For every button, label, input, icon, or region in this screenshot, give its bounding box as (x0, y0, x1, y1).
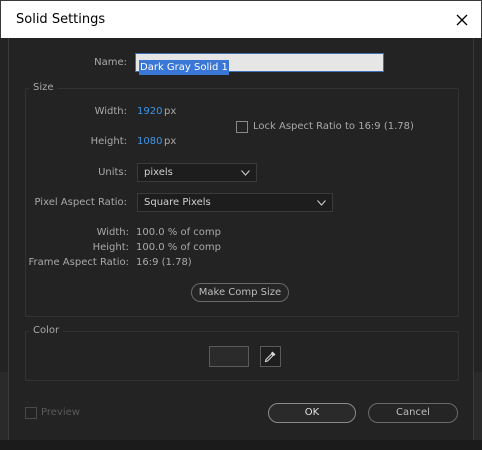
height-label: Height: (90, 136, 127, 147)
pixel-aspect-dropdown-value: Square Pixels (144, 197, 211, 208)
units-label: Units: (98, 167, 127, 178)
preview-label: Preview (41, 407, 80, 418)
frame-aspect-label: Frame Aspect Ratio: (28, 257, 129, 268)
color-group-title: Color (29, 325, 64, 336)
ok-button[interactable]: OK (268, 403, 356, 423)
height-unit: px (164, 136, 177, 147)
color-swatch[interactable] (209, 346, 249, 367)
name-input-value: Dark Gray Solid 1 (139, 60, 229, 75)
size-group-title: Size (29, 82, 58, 93)
preview-checkbox[interactable] (25, 407, 37, 419)
make-comp-size-button[interactable]: Make Comp Size (191, 283, 289, 302)
chevron-down-icon (317, 200, 326, 206)
background-strip-right (474, 372, 482, 450)
height-value[interactable]: 1080 (137, 136, 162, 147)
info-height-value: 100.0 % of comp (136, 242, 222, 253)
title-bar: Solid Settings (0, 0, 482, 38)
chevron-down-icon (241, 170, 250, 176)
pixel-aspect-label: Pixel Aspect Ratio: (34, 197, 128, 208)
solid-settings-window: Solid Settings Name: Dark Gray Solid 1 S… (0, 0, 482, 450)
lock-aspect-label: Lock Aspect Ratio to 16:9 (1.78) (253, 121, 414, 132)
bottom-strip (0, 440, 482, 450)
lock-aspect-checkbox[interactable] (236, 121, 248, 133)
width-unit: px (164, 106, 177, 117)
name-input[interactable]: Dark Gray Solid 1 (135, 53, 384, 75)
cancel-button[interactable]: Cancel (368, 403, 458, 423)
units-dropdown[interactable]: pixels (137, 163, 257, 182)
dialog-body: Name: Dark Gray Solid 1 Size Width: 1920… (8, 38, 474, 440)
units-dropdown-value: pixels (144, 167, 173, 178)
close-icon (456, 14, 468, 26)
close-button[interactable] (449, 7, 475, 33)
window-title: Solid Settings (16, 12, 106, 27)
frame-aspect-value: 16:9 (1.78) (136, 257, 192, 268)
background-strip-left (0, 372, 8, 450)
info-height-label: Height: (92, 242, 129, 253)
info-width-value: 100.0 % of comp (136, 227, 222, 238)
info-width-label: Width: (96, 227, 129, 238)
eyedropper-button[interactable] (260, 346, 281, 367)
eyedropper-icon (264, 351, 276, 363)
width-label: Width: (94, 106, 127, 117)
name-label: Name: (94, 57, 127, 68)
width-value[interactable]: 1920 (137, 106, 162, 117)
pixel-aspect-dropdown[interactable]: Square Pixels (137, 193, 333, 212)
